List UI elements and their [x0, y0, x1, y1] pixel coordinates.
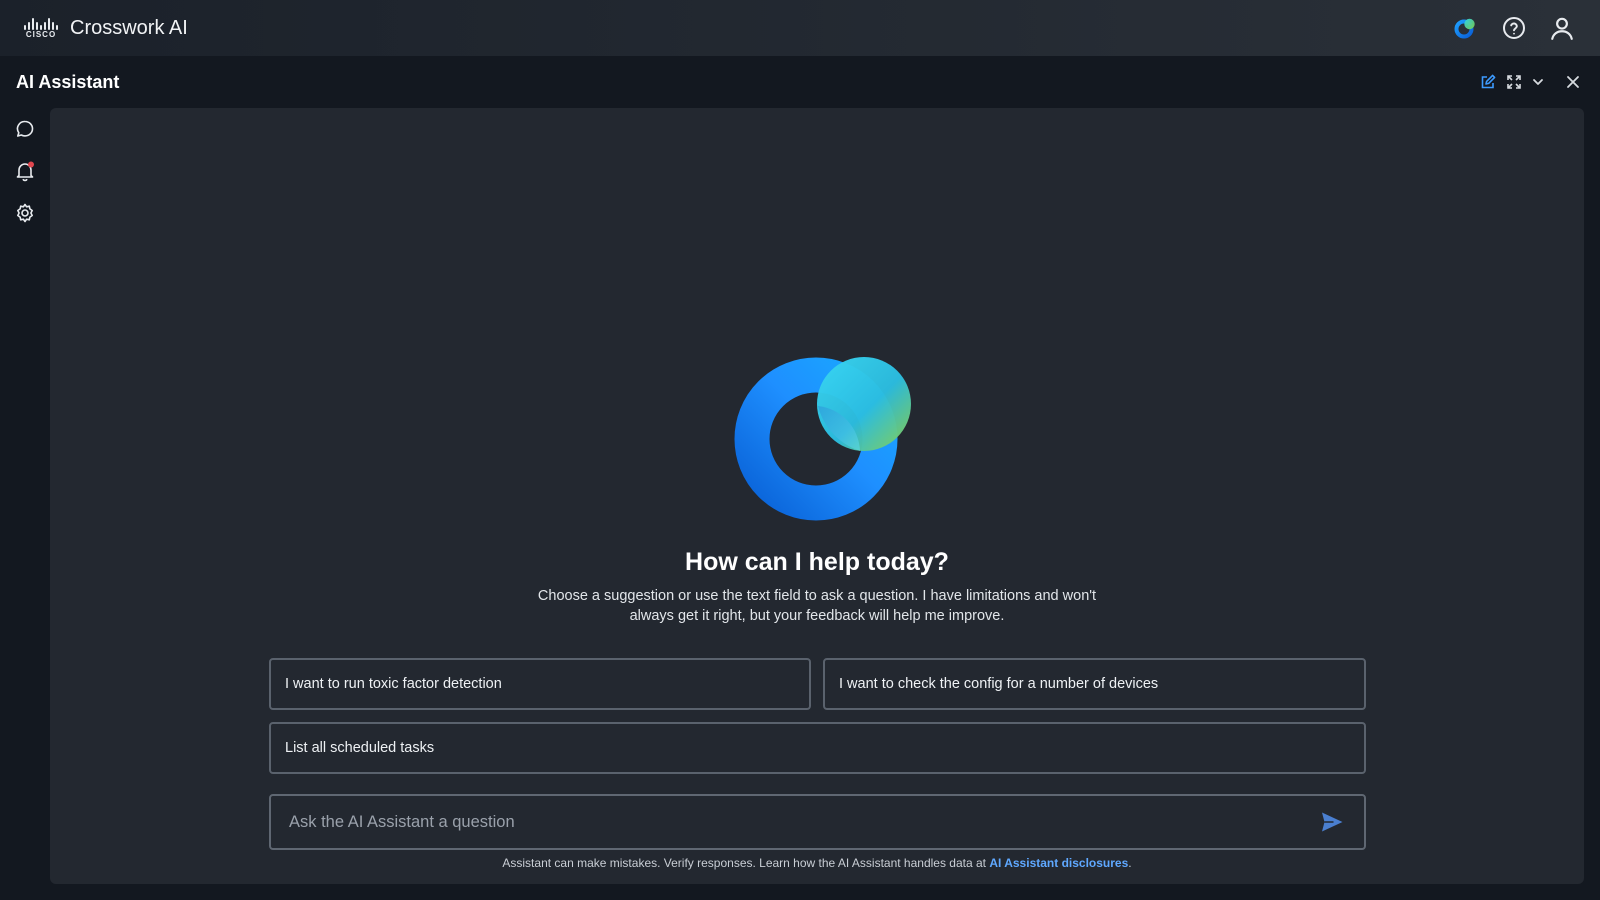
chat-panel: How can I help today? Choose a suggestio…: [50, 108, 1584, 884]
welcome-text: Choose a suggestion or use the text fiel…: [537, 588, 1097, 624]
edit-icon[interactable]: [1480, 70, 1496, 94]
ai-assistant-icon[interactable]: [1450, 12, 1482, 44]
assistant-title: AI Assistant: [16, 71, 120, 92]
gear-icon[interactable]: [0, 192, 50, 234]
chevron-down-icon[interactable]: [1532, 70, 1544, 94]
user-icon[interactable]: [1546, 12, 1578, 44]
cisco-wordmark: CISCO: [25, 29, 57, 39]
suggestion-toxic-factor-button[interactable]: I want to run toxic factor detection: [269, 658, 811, 710]
top-bar: CISCO Crosswork AI: [0, 0, 1600, 56]
welcome-title: How can I help today?: [685, 548, 949, 576]
ask-box: [269, 794, 1366, 850]
ask-input[interactable]: [271, 796, 1312, 848]
disclosures-link[interactable]: AI Assistant disclosures: [989, 856, 1128, 870]
brand[interactable]: CISCO Crosswork AI: [22, 16, 188, 40]
suggestion-scheduled-tasks-button[interactable]: List all scheduled tasks: [269, 722, 1366, 774]
assistant-header: AI Assistant: [0, 56, 1600, 108]
disclaimer-text: Assistant can make mistakes. Verify resp…: [502, 856, 990, 870]
expand-icon[interactable]: [1506, 70, 1522, 94]
close-icon[interactable]: [1566, 70, 1580, 94]
app-title: Crosswork AI: [70, 16, 188, 39]
bell-icon[interactable]: [0, 150, 50, 192]
disclaimer-suffix: .: [1128, 856, 1132, 870]
left-rail: [0, 108, 50, 234]
ai-assistant-logo-icon: [734, 356, 912, 522]
disclaimer: Assistant can make mistakes. Verify resp…: [50, 856, 1584, 870]
help-icon[interactable]: [1498, 12, 1530, 44]
send-icon[interactable]: [1312, 802, 1352, 842]
cisco-logo: CISCO: [22, 16, 60, 40]
chat-icon[interactable]: [0, 108, 50, 150]
suggestion-check-config-button[interactable]: I want to check the config for a number …: [823, 658, 1366, 710]
